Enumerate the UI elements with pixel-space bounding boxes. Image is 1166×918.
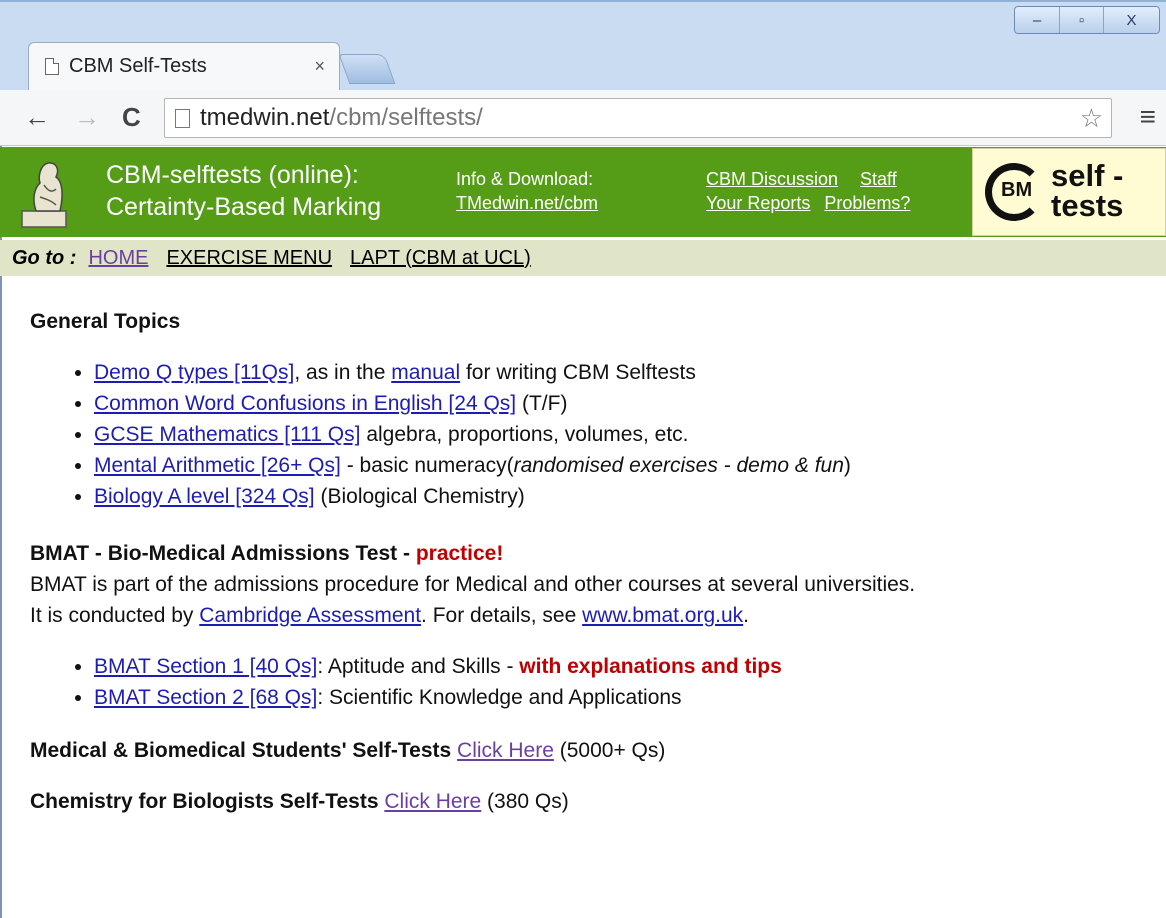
bmat-website-link[interactable]: www.bmat.org.uk: [582, 604, 743, 627]
exercise-menu-link[interactable]: EXERCISE MENU: [166, 247, 332, 270]
window-controls: – ▫ X: [1014, 6, 1160, 34]
list-item: Mental Arithmetic [26+ Qs] - basic numer…: [94, 450, 1150, 481]
header-links-row2: Your Reports Problems?: [706, 191, 910, 215]
home-link[interactable]: HOME: [88, 247, 148, 270]
bmat-section2-link[interactable]: BMAT Section 2 [68 Qs]: [94, 686, 317, 709]
url-host: tmedwin.net: [200, 104, 330, 131]
bmat-section1-link[interactable]: BMAT Section 1 [40 Qs]: [94, 655, 317, 678]
list-item: BMAT Section 2 [68 Qs]: Scientific Knowl…: [94, 682, 1150, 713]
staff-link[interactable]: Staff: [860, 169, 897, 189]
medical-count: (5000+ Qs): [553, 739, 666, 762]
list-item: Common Word Confusions in English [24 Qs…: [94, 388, 1150, 419]
list-item: Demo Q types [11Qs], as in the manual fo…: [94, 357, 1150, 388]
item-text: ): [843, 454, 851, 477]
browser-toolbar: ← → C tmedwin.net /cbm/selftests/ ☆ ≡: [0, 90, 1166, 146]
cbm-discussion-link[interactable]: CBM Discussion: [706, 169, 838, 189]
item-italic-text: randomised exercises - demo & fun: [513, 454, 844, 477]
thinker-statue-icon: [21, 162, 67, 228]
tab-title: CBM Self-Tests: [69, 55, 207, 77]
cambridge-assessment-link[interactable]: Cambridge Assessment: [199, 604, 421, 627]
browser-tab[interactable]: CBM Self-Tests ×: [28, 42, 340, 90]
chemistry-count: (380 Qs): [481, 790, 569, 813]
close-window-button[interactable]: X: [1103, 7, 1159, 33]
your-reports-link[interactable]: Your Reports: [706, 193, 810, 213]
brand-text: self - tests: [1051, 158, 1124, 223]
list-item: GCSE Mathematics [111 Qs] algebra, propo…: [94, 419, 1150, 450]
manual-link[interactable]: manual: [391, 361, 460, 384]
tab-close-icon[interactable]: ×: [314, 56, 325, 77]
para-text: It is conducted by: [30, 604, 200, 627]
list-item: Biology A level [324 Qs] (Biological Che…: [94, 481, 1150, 512]
word-confusions-link[interactable]: Common Word Confusions in English [24 Qs…: [94, 392, 516, 415]
bmat-list: BMAT Section 1 [40 Qs]: Aptitude and Ski…: [94, 651, 1150, 713]
url-path: /cbm/selftests/: [329, 104, 483, 131]
para-text: . For details, see: [421, 604, 583, 627]
goto-label: Go to :: [12, 246, 77, 269]
main-content: General Topics Demo Q types [11Qs], as i…: [30, 306, 1150, 817]
address-bar[interactable]: tmedwin.net /cbm/selftests/ ☆: [164, 98, 1112, 138]
bmat-heading: BMAT - Bio-Medical Admissions Test -: [30, 542, 416, 565]
minimize-button[interactable]: –: [1015, 7, 1059, 33]
bmat-section: BMAT - Bio-Medical Admissions Test - pra…: [30, 538, 1150, 631]
biology-a-level-link[interactable]: Biology A level [324 Qs]: [94, 485, 315, 508]
item-text: (Biological Chemistry): [314, 485, 525, 508]
item-text: algebra, proportions, volumes, etc.: [360, 423, 689, 446]
document-icon: [45, 58, 59, 75]
explanations-tips-label: with explanations and tips: [519, 655, 782, 678]
bmat-para-line2: It is conducted by Cambridge Assessment.…: [30, 600, 1150, 631]
item-text: : Aptitude and Skills -: [317, 655, 520, 678]
list-item: BMAT Section 1 [40 Qs]: Aptitude and Ski…: [94, 651, 1150, 682]
medical-row: Medical & Biomedical Students' Self-Test…: [30, 735, 1150, 766]
back-icon[interactable]: ←: [24, 102, 50, 132]
info-label: Info & Download:: [456, 169, 594, 189]
gcse-maths-link[interactable]: GCSE Mathematics [111 Qs]: [94, 423, 360, 446]
item-text: (T/F): [516, 392, 568, 415]
new-tab-button[interactable]: [338, 54, 396, 84]
menu-icon[interactable]: ≡: [1140, 102, 1156, 132]
forward-icon[interactable]: →: [74, 102, 100, 132]
window-titlebar: – ▫ X CBM Self-Tests ×: [0, 0, 1166, 90]
site-title: CBM-selftests (online): Certainty-Based …: [106, 159, 381, 223]
brand-line1: self -: [1051, 158, 1124, 193]
reload-icon[interactable]: C: [122, 102, 141, 132]
item-text: : Scientific Knowledge and Applications: [317, 686, 682, 709]
brand-line2: tests: [1051, 188, 1124, 223]
brand-bm: BM: [1001, 179, 1033, 201]
info-download: Info & Download: TMedwin.net/cbm: [456, 167, 598, 215]
medical-click-here-link[interactable]: Click Here: [457, 739, 554, 762]
item-text: for writing CBM Selftests: [460, 361, 696, 384]
mental-arithmetic-link[interactable]: Mental Arithmetic [26+ Qs]: [94, 454, 341, 477]
cbm-selftests-logo: BM self - tests: [972, 148, 1166, 236]
bookmark-star-icon[interactable]: ☆: [1080, 103, 1103, 134]
site-title-line2: Certainty-Based Marking: [106, 193, 382, 221]
chemistry-heading: Chemistry for Biologists Self-Tests: [30, 790, 379, 813]
bmat-para-line1: BMAT is part of the admissions procedure…: [30, 573, 916, 596]
item-text: , as in the: [294, 361, 392, 384]
general-topics-list: Demo Q types [11Qs], as in the manual fo…: [94, 357, 1150, 512]
bmat-heading-row: BMAT - Bio-Medical Admissions Test - pra…: [30, 538, 1150, 569]
problems-link[interactable]: Problems?: [824, 193, 910, 213]
goto-bar: Go to : HOME EXERCISE MENU LAPT (CBM at …: [0, 240, 1166, 276]
item-text: - basic numeracy(: [340, 454, 514, 477]
chemistry-click-here-link[interactable]: Click Here: [384, 790, 481, 813]
chemistry-row: Chemistry for Biologists Self-Tests Clic…: [30, 786, 1150, 817]
header-links-row1: CBM Discussion Staff: [706, 167, 910, 191]
info-download-link[interactable]: TMedwin.net/cbm: [456, 193, 598, 213]
site-title-line1: CBM-selftests (online):: [106, 161, 359, 189]
general-topics-heading: General Topics: [30, 310, 181, 333]
bmat-practice-label: practice!: [415, 542, 504, 565]
page-icon: [175, 108, 190, 128]
medical-heading: Medical & Biomedical Students' Self-Test…: [30, 739, 452, 762]
maximize-button[interactable]: ▫: [1059, 7, 1103, 33]
lapt-link[interactable]: LAPT (CBM at UCL): [350, 247, 531, 270]
para-text: .: [743, 604, 750, 627]
header-links: CBM Discussion Staff Your Reports Problems…: [706, 167, 910, 215]
demo-q-types-link[interactable]: Demo Q types [11Qs]: [94, 361, 294, 384]
